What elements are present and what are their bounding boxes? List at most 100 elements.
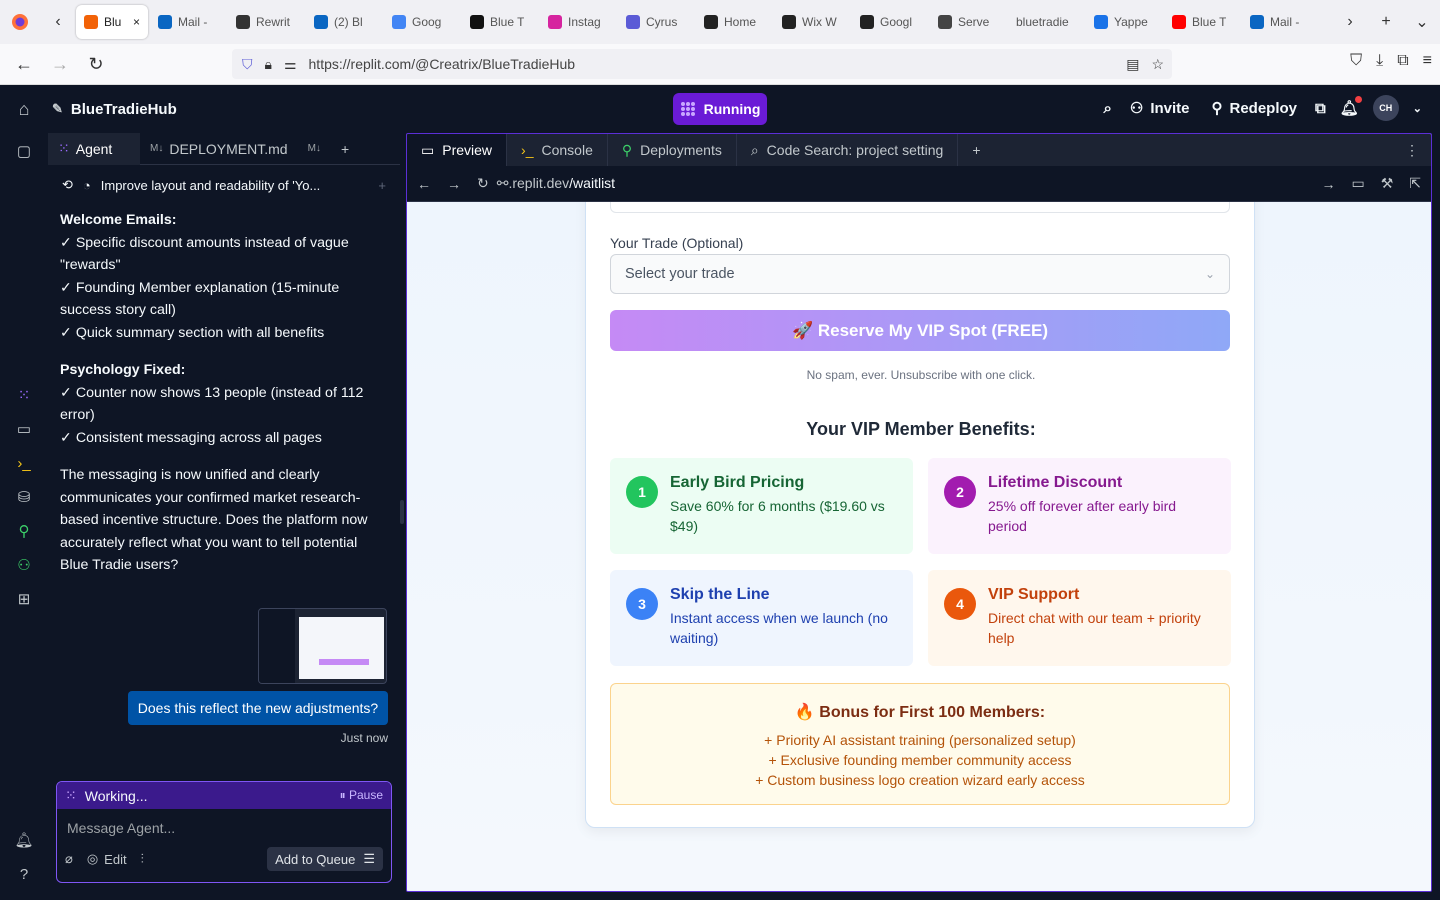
preview-webview-icon[interactable]: ▭ xyxy=(10,415,38,443)
notifications-bell-icon[interactable]: 🔔︎ xyxy=(1340,96,1362,117)
reader-view-icon[interactable]: ▤ xyxy=(1126,56,1139,73)
redeploy-button[interactable]: ⚲ Redeploy xyxy=(1208,93,1302,123)
browser-tab[interactable]: Googl xyxy=(852,5,928,39)
tab-preview[interactable]: ▭ Preview xyxy=(407,134,508,166)
panel-resize-handle[interactable] xyxy=(400,500,404,524)
browser-tab[interactable]: Blu × xyxy=(76,5,148,39)
copy-icon[interactable]: ⧉ xyxy=(1315,100,1326,117)
bookmark-star-icon[interactable]: ☆ xyxy=(1151,56,1164,73)
attach-icon[interactable]: ⌀ xyxy=(65,851,73,867)
edit-button[interactable]: ◎ Edit xyxy=(87,851,127,867)
extensions-icon[interactable]: ⧉ xyxy=(1397,52,1408,70)
new-tab-icon[interactable]: + xyxy=(1368,13,1404,31)
tab-scroll-right-icon[interactable]: › xyxy=(1332,13,1368,31)
trade-select[interactable]: Select your trade ⌄ xyxy=(610,254,1230,294)
settings-sliders-icon[interactable]: ⫶ xyxy=(141,851,144,867)
devices-icon[interactable]: ▭ xyxy=(1351,175,1364,192)
firefox-logo-icon[interactable] xyxy=(0,13,40,31)
chat-title[interactable]: Improve layout and readability of 'Yo... xyxy=(101,178,321,193)
url-text[interactable]: https://replit.com/@Creatrix/BlueTradieH… xyxy=(309,56,576,72)
tab-scroll-left-icon[interactable]: ‹ xyxy=(40,13,76,31)
open-new-window-icon[interactable]: ⇱ xyxy=(1409,175,1421,192)
chevron-down-icon[interactable]: ⌄ xyxy=(1413,102,1422,115)
project-name[interactable]: ✎ BlueTradieHub xyxy=(52,101,177,118)
database-icon[interactable]: ⛁ xyxy=(10,483,38,511)
agent-icon[interactable]: ⁙ xyxy=(10,381,38,409)
home-icon[interactable]: ⌂ xyxy=(0,99,48,120)
browser-tab[interactable]: Blue T xyxy=(462,5,538,39)
message-composer: ⁙ Working... ⏸ Pause Message Agent... ⌀ … xyxy=(56,781,392,883)
browser-tab[interactable]: (2) Bl xyxy=(306,5,382,39)
preview-url[interactable]: ⚯.replit.dev/waitlist xyxy=(497,175,615,192)
downloads-icon[interactable]: ⤓ xyxy=(1376,52,1383,70)
deployments-icon[interactable]: ⚲ xyxy=(10,517,38,545)
menu-icon[interactable]: ≡ xyxy=(1423,52,1432,70)
message-input[interactable]: Message Agent... xyxy=(57,809,391,847)
new-chat-icon[interactable]: + xyxy=(378,178,386,193)
browser-tab[interactable]: Goog xyxy=(384,5,460,39)
permissions-icon[interactable]: ⚌ xyxy=(284,56,297,73)
browser-tab[interactable]: Mail - xyxy=(150,5,226,39)
pause-button[interactable]: ⏸ Pause xyxy=(340,788,383,803)
url-bar[interactable]: ⛉ 🔒︎ ⚌ https://replit.com/@Creatrix/Blue… xyxy=(232,49,1172,79)
forward-icon[interactable]: → xyxy=(447,176,461,192)
shield-icon[interactable]: ⛉ xyxy=(242,56,253,73)
add-to-queue-button[interactable]: Add to Queue ☰ xyxy=(267,847,383,871)
tab-label: Cyrus xyxy=(646,15,678,29)
browser-tab[interactable]: Home xyxy=(696,5,772,39)
add-tab-icon[interactable]: + xyxy=(331,133,359,165)
chevron-down-icon: ⌄ xyxy=(1204,267,1215,281)
tab-deployments[interactable]: ⚲ Deployments xyxy=(608,134,737,166)
alerts-icon[interactable]: 🔔︎ xyxy=(10,826,38,854)
agent-icon: ⁙ xyxy=(58,140,70,156)
reload-icon[interactable]: ↻ xyxy=(78,54,114,75)
browser-tab[interactable]: Cyrus xyxy=(618,5,694,39)
tab-list-icon[interactable]: ⌄ xyxy=(1404,12,1440,32)
close-tab-icon[interactable]: × xyxy=(133,15,140,29)
file-tree-icon[interactable]: ▢ xyxy=(10,137,38,165)
preview-url-bar: ← → ↻ ⚯.replit.dev/waitlist → ▭ ⚒ ⇱ xyxy=(407,166,1431,202)
user-settings-icon[interactable]: ⚇ xyxy=(10,551,38,579)
go-arrow-icon[interactable]: → xyxy=(1321,176,1335,192)
tab-deployment-md[interactable]: M↓ DEPLOYMENT.md xyxy=(140,133,298,165)
lock-icon[interactable]: 🔒︎ xyxy=(265,56,272,73)
console-icon: ›_ xyxy=(521,142,534,158)
search-icon[interactable]: ⌕ xyxy=(1103,100,1111,117)
tab-console[interactable]: ›_ Console xyxy=(507,134,608,166)
run-status-button[interactable]: Running xyxy=(673,93,767,125)
screenshot-thumbnail[interactable] xyxy=(258,608,387,684)
benefits-heading: Your VIP Member Benefits: xyxy=(806,419,1036,439)
browser-tab[interactable]: bluetradie xyxy=(1008,5,1084,39)
browser-tab[interactable]: Instag xyxy=(540,5,616,39)
benefit-description: Save 60% for 6 months ($19.60 vs $49) xyxy=(670,498,885,534)
browser-tab[interactable]: Rewrit xyxy=(228,5,304,39)
browser-tab[interactable]: Mail - xyxy=(1242,5,1318,39)
invite-button[interactable]: ⚇ Invite xyxy=(1126,93,1194,123)
console-icon[interactable]: ›_ xyxy=(10,449,38,477)
all-tools-icon[interactable]: ⊞ xyxy=(10,585,38,613)
back-icon[interactable]: ← xyxy=(6,54,42,75)
previous-input-field[interactable] xyxy=(610,202,1230,213)
help-icon[interactable]: ? xyxy=(10,860,38,888)
tab-label: Rewrit xyxy=(256,15,291,29)
tab-markdown-extra[interactable]: M↓ xyxy=(298,133,331,165)
reserve-vip-spot-button[interactable]: 🚀 Reserve My VIP Spot (FREE) xyxy=(610,310,1230,351)
browser-tab[interactable]: Wix W xyxy=(774,5,850,39)
tab-agent[interactable]: ⁙ Agent xyxy=(48,132,140,165)
more-options-icon[interactable]: ⋮ xyxy=(1405,142,1431,159)
pocket-icon[interactable]: ⛉ xyxy=(1350,52,1362,70)
devtools-wrench-icon[interactable]: ⚒ xyxy=(1381,175,1394,192)
tab-label: Serve xyxy=(958,15,990,29)
browser-tab[interactable]: Serve xyxy=(930,5,1006,39)
benefit-title: Lifetime Discount xyxy=(988,474,1123,491)
avatar[interactable]: CH xyxy=(1372,95,1399,121)
user-message: Does this reflect the new adjustments? xyxy=(128,691,388,725)
forward-icon[interactable]: → xyxy=(42,54,78,75)
tab-code-search[interactable]: ⌕ Code Search: project setting xyxy=(737,134,959,166)
browser-tab[interactable]: Yappe xyxy=(1086,5,1162,39)
add-tab-icon[interactable]: + xyxy=(958,134,994,166)
back-icon[interactable]: ← xyxy=(417,176,431,192)
browser-tab[interactable]: Blue T xyxy=(1164,5,1240,39)
history-icon[interactable]: ⟲ xyxy=(62,177,73,193)
reload-icon[interactable]: ↻ xyxy=(477,175,489,192)
